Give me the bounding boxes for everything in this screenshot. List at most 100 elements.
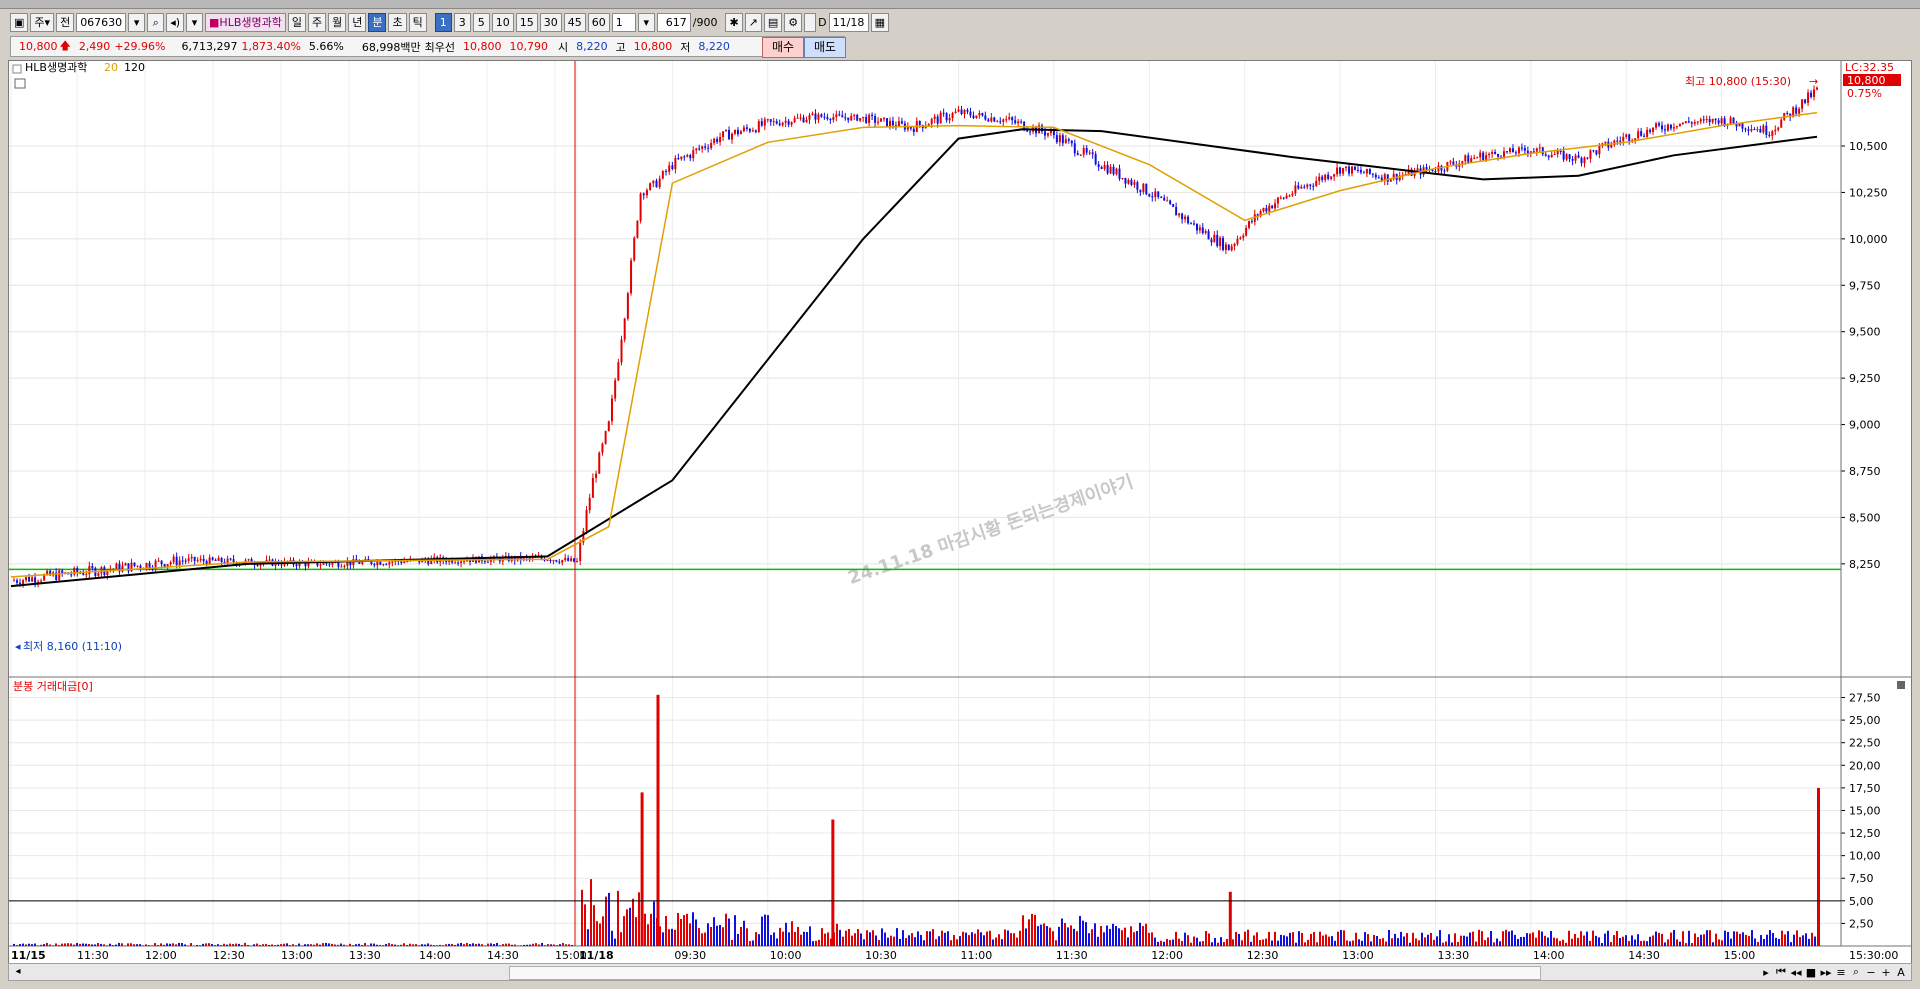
scroll-right-icon[interactable]: ▸ <box>1760 966 1772 979</box>
tf-week-button[interactable]: 주 <box>307 12 327 32</box>
candle-body <box>28 577 31 582</box>
draw-line-icon[interactable]: ↗ <box>744 12 762 32</box>
volume-bar <box>1205 930 1207 946</box>
tf-year-button[interactable]: 년 <box>348 12 367 32</box>
first-page-icon[interactable]: ⏮ <box>1775 965 1787 979</box>
interval-button-45[interactable]: 45 <box>563 12 586 32</box>
stock-chart[interactable]: 10,500 10,250 10,000 9,750 9,500 9,250 9,000 8,… <box>9 61 1911 964</box>
volume-bar <box>854 933 856 946</box>
volume-bar <box>797 926 799 946</box>
candle-body <box>280 564 283 566</box>
grid-toggle-icon[interactable] <box>14 78 26 89</box>
interval-button-3[interactable]: 3 <box>453 12 471 32</box>
prev-page-icon[interactable]: ◂◂ <box>1790 966 1802 979</box>
chart-area[interactable]: 10,500 10,250 10,000 9,750 9,500 9,250 9,000 8,… <box>8 60 1912 965</box>
tf-month-button[interactable]: 월 <box>328 12 347 32</box>
candle-body <box>757 121 760 133</box>
volume-bar <box>629 907 631 946</box>
volume-bar <box>1415 938 1417 946</box>
chart-menu-icon[interactable]: ▣ <box>10 12 29 32</box>
tf-sec-button[interactable]: 초 <box>388 12 407 32</box>
candle-body <box>844 117 847 119</box>
interval-dropdown-icon[interactable]: ▾ <box>637 12 655 32</box>
low-label: 저 <box>680 40 691 54</box>
zoom-out-icon[interactable]: − <box>1865 966 1877 979</box>
volume-bar <box>1814 936 1816 946</box>
volume-bar <box>1787 931 1789 946</box>
volume-bar <box>1478 929 1480 946</box>
settings-gear-icon[interactable]: ⚙ <box>784 12 803 32</box>
code-dropdown-icon[interactable]: ▾ <box>128 12 146 32</box>
line-style-icon[interactable]: ≡ <box>1835 966 1847 979</box>
volume-bar <box>1568 930 1570 946</box>
volume-bar <box>734 915 736 946</box>
chart-scrollbar[interactable]: ◂ ▸ ⏮ ◂◂ ■ ▸▸ ≡ ⌕ − + A <box>8 963 1912 981</box>
interval-button-1[interactable]: 1 <box>434 12 452 32</box>
volume-bar <box>511 944 513 946</box>
volume-bar <box>556 945 558 946</box>
count-input[interactable] <box>656 12 691 32</box>
candle-body <box>1239 237 1242 239</box>
candle-body <box>1097 164 1100 168</box>
code-input[interactable] <box>76 12 127 32</box>
candle-body <box>1076 153 1079 155</box>
tf-min-button[interactable]: 분 <box>368 12 387 32</box>
speaker-dropdown-icon[interactable]: ▾ <box>186 12 204 32</box>
candle-body <box>954 111 957 113</box>
volume-bar <box>1649 936 1651 946</box>
zoom-in-icon[interactable]: + <box>1880 966 1892 979</box>
sell-button[interactable]: 매도 <box>804 37 846 58</box>
candle-body <box>1595 150 1598 155</box>
font-size-icon[interactable]: A <box>1895 966 1907 979</box>
scroll-thumb[interactable] <box>509 966 1541 980</box>
calendar-icon[interactable]: ▦ <box>870 12 890 32</box>
candle-body <box>460 561 463 563</box>
volume-bar <box>1781 930 1783 946</box>
x-tick-label: 13:30 <box>349 949 381 962</box>
volume-bar <box>662 932 664 946</box>
tf-day-button[interactable]: 일 <box>287 12 306 32</box>
tf-tick-button[interactable]: 틱 <box>408 12 427 32</box>
period-dropdown[interactable]: 주 ▾ <box>30 12 55 32</box>
volume-bar <box>860 933 862 946</box>
candle-body <box>658 178 661 188</box>
volume-bar <box>229 943 231 946</box>
candle-body <box>591 477 594 498</box>
candle-body <box>1306 184 1309 188</box>
legend-toggle-icon[interactable] <box>12 64 22 74</box>
interval-button-10[interactable]: 10 <box>491 12 514 32</box>
interval-button-60[interactable]: 60 <box>587 12 610 32</box>
search-icon[interactable]: ⌕ <box>147 12 165 32</box>
candle-body <box>1497 154 1500 157</box>
candle-body <box>601 443 604 453</box>
next-page-icon[interactable]: ▸▸ <box>1820 966 1832 979</box>
volume-pct: 1,873.40% <box>241 40 301 53</box>
volume-bar <box>391 944 393 946</box>
low-arrow-icon: ◂ <box>15 640 21 653</box>
volume-bar <box>1271 940 1273 946</box>
scroll-left-icon[interactable]: ◂ <box>11 965 25 979</box>
volume-bar <box>160 943 162 946</box>
candle-body <box>731 133 733 140</box>
interval-button-5[interactable]: 5 <box>472 12 490 32</box>
candle-body <box>1133 182 1136 185</box>
crosshair-icon[interactable]: ✱ <box>725 12 743 32</box>
volume-bar <box>812 941 814 946</box>
trade-amount: 68,998백만 <box>361 40 421 54</box>
interval-input[interactable] <box>611 12 636 32</box>
speaker-icon[interactable]: ◂) <box>166 12 185 32</box>
volume-panel-close-icon[interactable] <box>1897 681 1905 689</box>
zoom-icon[interactable]: ⌕ <box>1850 965 1862 979</box>
date-checkbox[interactable] <box>804 12 817 32</box>
date-input[interactable] <box>828 12 869 32</box>
candle-body <box>595 473 598 478</box>
volume-bar <box>373 943 375 946</box>
save-icon[interactable]: ▤ <box>763 12 783 32</box>
candle-body <box>16 580 19 583</box>
interval-button-30[interactable]: 30 <box>539 12 562 32</box>
prev-button[interactable]: 전 <box>56 12 75 32</box>
stock-name-button[interactable]: ■ HLB생명과학 <box>205 12 286 32</box>
buy-button[interactable]: 매수 <box>762 37 804 58</box>
stop-icon[interactable]: ■ <box>1805 966 1817 979</box>
interval-button-15[interactable]: 15 <box>515 12 538 32</box>
